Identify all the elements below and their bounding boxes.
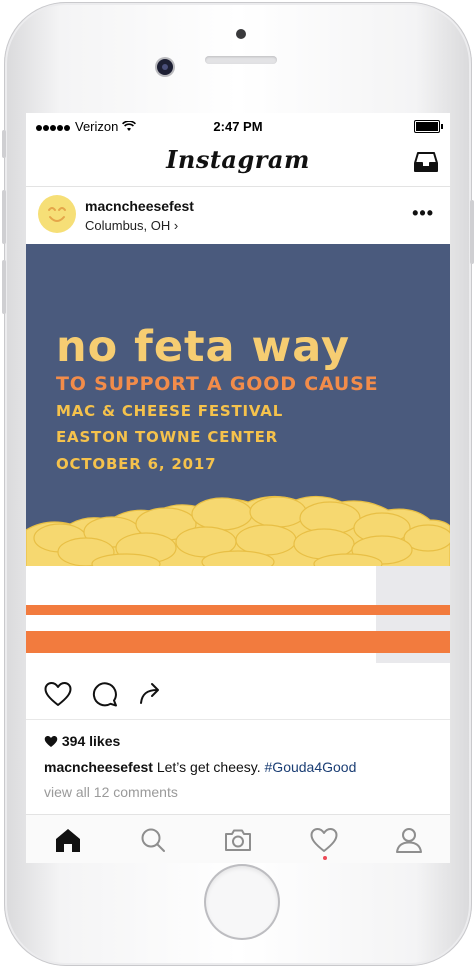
home-icon[interactable]	[54, 827, 82, 853]
caption-hashtag[interactable]: #Gouda4Good	[265, 759, 357, 775]
post-caption: macncheesefest Let’s get cheesy. #Gouda4…	[44, 759, 356, 775]
inbox-tray-icon[interactable]	[414, 151, 438, 173]
profile-icon[interactable]	[395, 827, 423, 853]
bottom-tab-bar	[26, 814, 450, 863]
heart-icon[interactable]	[44, 681, 72, 707]
heart-filled-icon	[44, 735, 58, 748]
bowl-stripe-bottom	[26, 631, 450, 653]
status-bar: Verizon 2:47 PM	[26, 113, 450, 139]
avatar[interactable]	[38, 195, 76, 233]
top-nav-bar: Instagram	[26, 139, 450, 187]
image-subline: TO SUPPORT A GOOD CAUSE	[56, 373, 379, 395]
app-logo: Instagram	[166, 145, 310, 174]
camera-icon[interactable]	[224, 827, 252, 853]
image-detail-venue: EASTON TOWNE CENTER	[56, 428, 279, 446]
likes-text: 394 likes	[61, 733, 121, 749]
share-arrow-icon[interactable]	[138, 681, 164, 707]
caption-text: Let’s get cheesy.	[156, 759, 261, 775]
location-text: Columbus, OH	[85, 218, 171, 233]
chevron-right-icon: ›	[173, 218, 179, 233]
power-button	[470, 200, 474, 264]
proximity-sensor	[236, 29, 246, 39]
notification-dot	[323, 856, 327, 860]
macaroni-pile-illustration	[26, 495, 450, 572]
post-location[interactable]: Columbus, OH ›	[85, 218, 178, 233]
volume-up-button	[2, 190, 6, 244]
battery-icon	[414, 120, 443, 133]
image-detail-festival: MAC & CHEESE FESTIVAL	[56, 402, 284, 420]
front-camera	[157, 59, 173, 75]
post-username[interactable]: macncheesefest	[85, 198, 194, 214]
comment-icon[interactable]	[92, 681, 118, 707]
caption-username[interactable]: macncheesefest	[44, 759, 153, 775]
activity-heart-icon[interactable]	[310, 827, 338, 853]
app-screen: Verizon 2:47 PM Instagram macncheesefest…	[26, 113, 450, 863]
like-count[interactable]: 394 likes	[44, 733, 120, 749]
image-detail-date: OCTOBER 6, 2017	[56, 455, 217, 473]
post-image[interactable]: no feta way TO SUPPORT A GOOD CAUSE MAC …	[26, 244, 450, 663]
view-comments-link[interactable]: view all 12 comments	[44, 784, 178, 800]
volume-down-button	[2, 260, 6, 314]
post-header: macncheesefest Columbus, OH › •••	[26, 187, 450, 243]
image-headline: no feta way	[56, 322, 350, 372]
bowl-stripe-top	[26, 605, 450, 615]
mute-switch	[2, 130, 6, 158]
home-button[interactable]	[206, 866, 278, 938]
more-options-icon[interactable]: •••	[412, 203, 434, 224]
earpiece-speaker	[205, 56, 277, 64]
search-icon[interactable]	[139, 827, 167, 853]
post-actions	[26, 669, 450, 720]
status-time: 2:47 PM	[213, 119, 263, 134]
